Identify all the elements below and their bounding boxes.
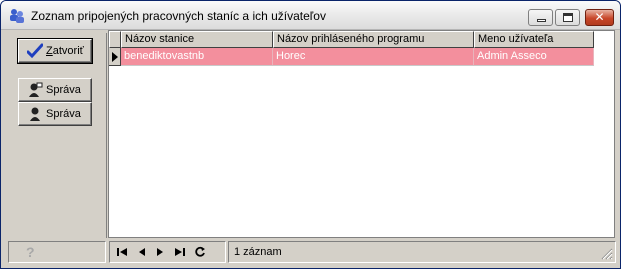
maximize-button[interactable] bbox=[555, 9, 580, 26]
title-bar[interactable]: Zoznam pripojených pracovných staníc a i… bbox=[1, 1, 620, 30]
cell-user[interactable]: Admin Asseco bbox=[474, 48, 594, 66]
workstation-users-icon bbox=[10, 9, 24, 23]
close-form-button[interactable]: Zatvoriť bbox=[17, 38, 93, 64]
cell-station[interactable]: benediktovastnb bbox=[121, 48, 273, 66]
user-message-icon bbox=[29, 82, 43, 97]
last-record-icon bbox=[175, 248, 185, 256]
message-button-1[interactable]: Správa bbox=[18, 78, 92, 102]
column-header-station[interactable]: Názov stanice bbox=[121, 31, 273, 48]
record-count: 1 záznam bbox=[234, 246, 282, 258]
maximize-icon bbox=[563, 13, 573, 22]
help-icon: ? bbox=[26, 244, 35, 260]
table-row[interactable]: benediktovastnb Horec Admin Asseco bbox=[109, 48, 594, 66]
resize-grip-icon[interactable] bbox=[601, 248, 613, 260]
close-icon: ✕ bbox=[594, 10, 605, 24]
last-record-button[interactable] bbox=[172, 244, 188, 260]
checkmark-icon bbox=[27, 43, 43, 59]
table-header: Názov stanice Názov prihláseného program… bbox=[109, 31, 594, 48]
column-header-user[interactable]: Meno užívateľa bbox=[474, 31, 594, 48]
message-button-2-label: Správa bbox=[46, 108, 81, 120]
row-indicator bbox=[109, 48, 121, 66]
message-button-1-label: Správa bbox=[46, 84, 81, 96]
next-record-icon bbox=[157, 248, 163, 256]
window-title: Zoznam pripojených pracovných staníc a i… bbox=[31, 9, 326, 23]
status-bar: ? 1 záznam bbox=[1, 239, 620, 268]
next-record-button[interactable] bbox=[152, 244, 168, 260]
button-panel: Zatvoriť Správa Správa bbox=[8, 33, 107, 238]
column-header-program[interactable]: Názov prihláseného programu bbox=[273, 31, 474, 48]
minimize-icon bbox=[537, 19, 546, 22]
refresh-button[interactable] bbox=[192, 244, 208, 260]
prev-record-icon bbox=[139, 248, 145, 256]
record-navigator bbox=[109, 241, 226, 263]
close-button[interactable]: ✕ bbox=[585, 9, 614, 26]
record-count-panel: 1 záznam bbox=[228, 241, 616, 263]
main-window: Zoznam pripojených pracovných staníc a i… bbox=[0, 0, 621, 269]
cell-program[interactable]: Horec bbox=[273, 48, 474, 66]
user-icon bbox=[30, 107, 40, 121]
help-panel[interactable]: ? bbox=[8, 241, 106, 263]
stations-table[interactable]: Názov stanice Názov prihláseného program… bbox=[108, 30, 615, 238]
indicator-header bbox=[109, 31, 121, 48]
first-record-button[interactable] bbox=[114, 244, 130, 260]
refresh-icon bbox=[195, 246, 205, 257]
minimize-button[interactable] bbox=[528, 9, 553, 26]
first-record-icon bbox=[117, 248, 127, 256]
message-button-2[interactable]: Správa bbox=[18, 102, 92, 126]
close-form-label: Zatvoriť bbox=[46, 45, 84, 57]
prev-record-button[interactable] bbox=[134, 244, 150, 260]
current-row-arrow-icon bbox=[112, 52, 118, 62]
